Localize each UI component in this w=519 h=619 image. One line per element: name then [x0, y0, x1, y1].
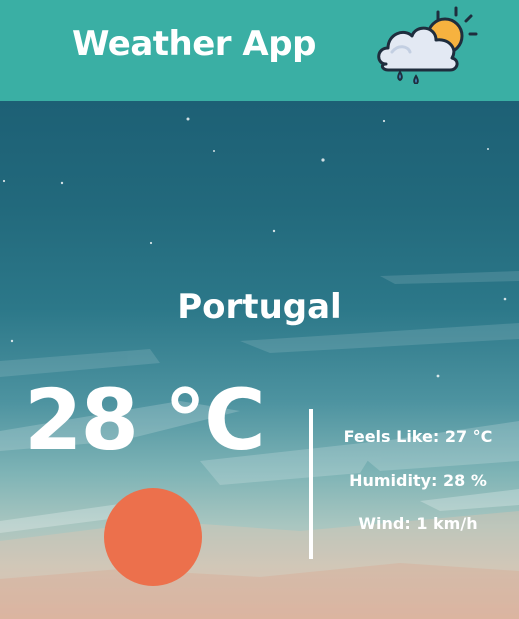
weather-app: Weather App Portugal 28 °C Feels Like: 2… — [0, 0, 519, 619]
humidity-text: Humidity: 28 % — [349, 471, 487, 490]
feels-like-text: Feels Like: 27 °C — [343, 427, 493, 446]
landscape-illustration — [0, 117, 519, 619]
divider — [309, 409, 313, 559]
temperature-value: 28 °C — [24, 371, 266, 469]
location-name: Portugal — [177, 287, 342, 327]
sun-icon — [104, 488, 202, 586]
app-header: Weather App — [0, 0, 519, 101]
app-title: Weather App — [72, 24, 316, 64]
sky-background — [0, 101, 519, 619]
cloud-sun-rain-icon — [377, 6, 478, 84]
wind-text: Wind: 1 km/h — [358, 514, 478, 533]
